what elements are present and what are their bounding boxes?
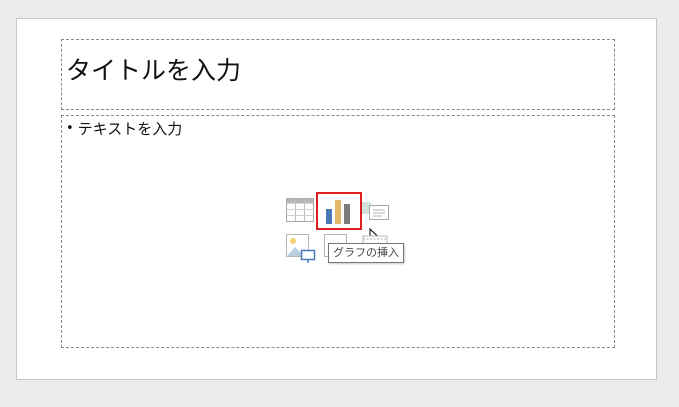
insert-smartart-icon[interactable] — [362, 198, 390, 222]
title-placeholder[interactable]: タイトルを入力 — [61, 39, 615, 110]
bullet-dot: • — [66, 121, 74, 137]
insert-table-icon[interactable] — [286, 198, 314, 222]
content-placeholder-text: テキストを入力 — [77, 120, 183, 138]
chart-insert-tooltip: グラフの挿入 — [328, 243, 404, 264]
insert-picture-icon[interactable] — [286, 234, 316, 264]
content-placeholder[interactable]: • テキストを入力 グラフの挿入 — [61, 115, 615, 348]
bullet-line: • テキストを入力 — [66, 120, 182, 138]
slide-canvas: タイトルを入力 • テキストを入力 グラフの挿入 — [16, 18, 657, 380]
title-placeholder-text: タイトルを入力 — [66, 56, 242, 85]
insert-chart-icon[interactable] — [316, 192, 382, 246]
